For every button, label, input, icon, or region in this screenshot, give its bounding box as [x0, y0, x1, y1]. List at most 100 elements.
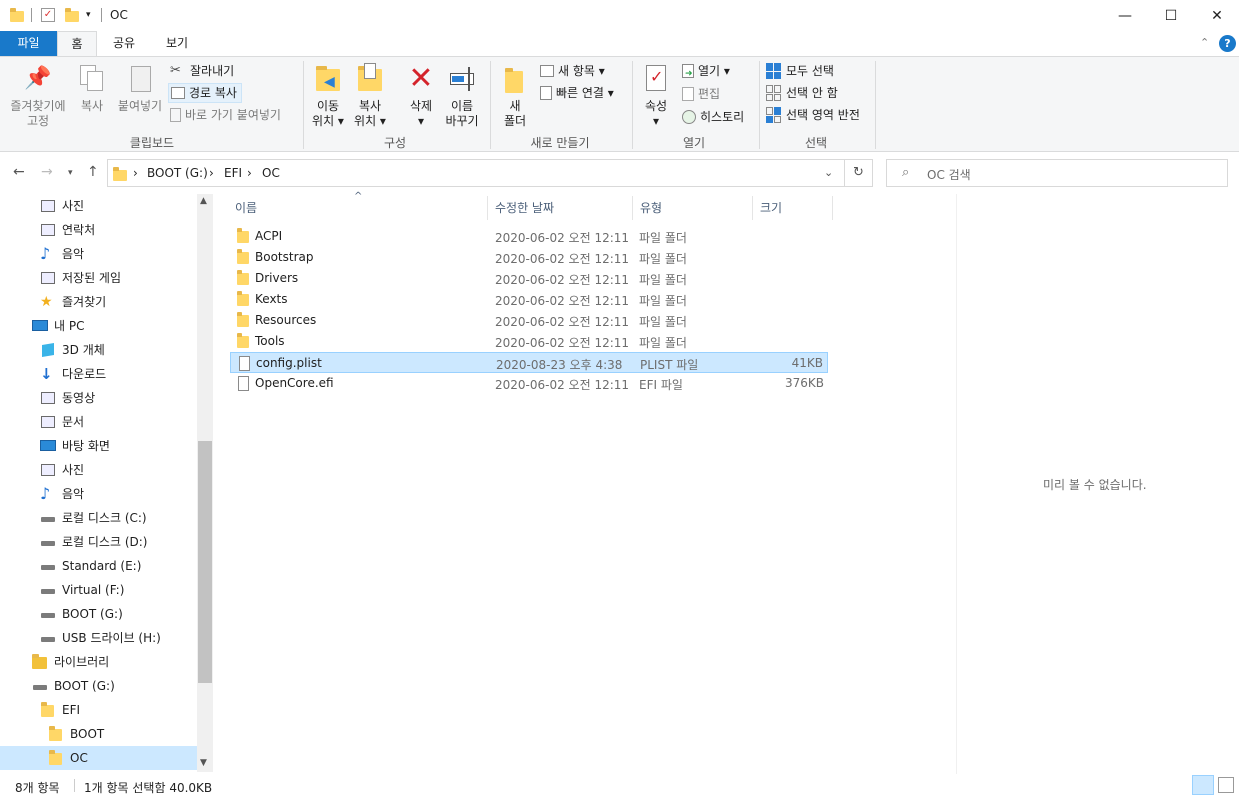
close-button[interactable]: ✕: [1194, 0, 1239, 31]
copy-to-button[interactable]: 복사 위치 ▾: [350, 63, 390, 129]
nav-item[interactable]: 문서: [0, 410, 197, 434]
column-divider[interactable]: [832, 196, 833, 220]
cut-button[interactable]: ✂ 잘라내기: [170, 63, 234, 79]
search-box[interactable]: ⌕ OC 검색: [886, 159, 1228, 187]
nav-item[interactable]: OC: [0, 746, 197, 770]
nav-item[interactable]: 로컬 디스크 (C:): [0, 506, 197, 530]
file-row[interactable]: config.plist 2020-08-23 오후 4:38 PLIST 파일 41…: [230, 352, 828, 373]
nav-item[interactable]: 로컬 디스크 (D:): [0, 530, 197, 554]
nav-item[interactable]: ↓ 다운로드: [0, 362, 197, 386]
column-divider[interactable]: [487, 196, 488, 220]
column-header-date[interactable]: 수정한 날짜: [495, 199, 554, 216]
nav-item[interactable]: 3D 개체: [0, 338, 197, 362]
file-row[interactable]: Resources 2020-06-02 오전 12:11 파일 폴더: [230, 310, 828, 331]
group-separator: [490, 61, 491, 149]
separator: [31, 8, 32, 22]
breadcrumb-efi[interactable]: EFI: [224, 166, 242, 180]
back-arrow-icon[interactable]: ←: [13, 164, 25, 180]
properties-button[interactable]: ✓ 속성 ▾: [638, 63, 674, 129]
breadcrumb-oc[interactable]: OC: [262, 166, 280, 180]
invert-selection-button[interactable]: 선택 영역 반전: [766, 107, 860, 123]
nav-item[interactable]: Standard (E:): [0, 554, 197, 578]
paste-button[interactable]: 붙여넣기: [113, 63, 167, 114]
scroll-down-icon[interactable]: ▼: [200, 758, 207, 768]
move-to-button[interactable]: ◀ 이동 위치 ▾: [308, 63, 348, 129]
scroll-thumb[interactable]: [198, 441, 212, 683]
nav-item[interactable]: ★ 즐겨찾기: [0, 290, 197, 314]
easy-access-button[interactable]: 빠른 연결 ▾: [540, 85, 614, 101]
up-arrow-icon[interactable]: ↑: [87, 164, 99, 180]
rename-button[interactable]: 이름 바꾸기: [442, 63, 482, 129]
forward-arrow-icon[interactable]: →: [41, 164, 53, 180]
nav-item[interactable]: ♪ 음악: [0, 482, 197, 506]
address-bar[interactable]: › BOOT (G:) › EFI › OC ⌄: [107, 159, 845, 187]
nav-item[interactable]: 바탕 화면: [0, 434, 197, 458]
nav-item[interactable]: 저장된 게임: [0, 266, 197, 290]
file-row[interactable]: OpenCore.efi 2020-06-02 오전 12:11 EFI 파일 376…: [230, 373, 828, 394]
ribbon-tabs: 파일 홈 공유 보기 ⌃ ?: [0, 31, 1239, 56]
tab-share[interactable]: 공유: [104, 31, 144, 56]
scroll-up-icon[interactable]: ▲: [200, 196, 207, 206]
customize-toolbar-icon[interactable]: ▾: [86, 10, 91, 20]
column-header-size[interactable]: 크기: [760, 199, 782, 216]
nav-scrollbar[interactable]: ▲ ▼: [197, 194, 213, 772]
select-none-label: 선택 안 함: [786, 86, 838, 100]
properties-icon[interactable]: ✓: [41, 8, 55, 22]
file-row[interactable]: Kexts 2020-06-02 오전 12:11 파일 폴더: [230, 289, 828, 310]
nav-item[interactable]: 라이브러리: [0, 650, 197, 674]
large-icons-view-icon[interactable]: [1218, 777, 1234, 793]
nav-item-label: 로컬 디스크 (C:): [62, 511, 147, 525]
file-date: 2020-06-02 오전 12:11: [495, 252, 630, 266]
folder-icon: [10, 8, 24, 22]
nav-item[interactable]: EFI: [0, 698, 197, 722]
new-folder-button[interactable]: 새 폴더: [497, 63, 533, 129]
nav-item-label: BOOT (G:): [62, 607, 123, 621]
nav-item[interactable]: Virtual (F:): [0, 578, 197, 602]
nav-item[interactable]: USB 드라이브 (H:): [0, 626, 197, 650]
tab-view[interactable]: 보기: [155, 31, 199, 56]
collapse-ribbon-icon[interactable]: ⌃: [1200, 36, 1209, 49]
edit-button[interactable]: 편집: [682, 86, 720, 102]
new-folder-icon[interactable]: [65, 8, 79, 22]
delete-button[interactable]: ✕ 삭제 ▾: [401, 63, 441, 129]
help-icon[interactable]: ?: [1219, 35, 1236, 52]
open-button[interactable]: ➜ 열기 ▾: [682, 63, 730, 79]
copy-button[interactable]: 복사: [76, 63, 108, 114]
nav-item[interactable]: 연락처: [0, 218, 197, 242]
copy-path-button[interactable]: 경로 복사: [168, 83, 242, 103]
nav-item[interactable]: BOOT (G:): [0, 674, 197, 698]
file-row[interactable]: Tools 2020-06-02 오전 12:11 파일 폴더: [230, 331, 828, 352]
history-button[interactable]: 히스토리: [682, 109, 744, 125]
nav-item[interactable]: 사진: [0, 458, 197, 482]
minimize-button[interactable]: —: [1102, 0, 1148, 31]
nav-item[interactable]: BOOT: [0, 722, 197, 746]
preview-message: 미리 볼 수 없습니다.: [1043, 478, 1147, 492]
nav-item[interactable]: 동영상: [0, 386, 197, 410]
select-none-button[interactable]: 선택 안 함: [766, 85, 838, 101]
new-item-button[interactable]: 새 항목 ▾: [540, 63, 605, 79]
tab-file[interactable]: 파일: [0, 31, 57, 56]
column-header-name[interactable]: 이름: [235, 199, 257, 216]
file-row[interactable]: ACPI 2020-06-02 오전 12:11 파일 폴더: [230, 226, 828, 247]
column-divider[interactable]: [632, 196, 633, 220]
recent-locations-icon[interactable]: ▾: [68, 168, 73, 178]
breadcrumb-boot-g[interactable]: BOOT (G:): [147, 166, 208, 180]
column-divider[interactable]: [752, 196, 753, 220]
nav-item[interactable]: 내 PC: [0, 314, 197, 338]
details-view-icon[interactable]: [1192, 775, 1214, 795]
column-header-type[interactable]: 유형: [640, 199, 662, 216]
nav-item[interactable]: BOOT (G:): [0, 602, 197, 626]
chevron-down-icon[interactable]: ⌄: [824, 166, 833, 179]
pin-label-2: 고정: [26, 114, 50, 128]
nav-item[interactable]: ♪ 음악: [0, 242, 197, 266]
paste-shortcut-button[interactable]: 바로 가기 붙여넣기: [170, 107, 281, 123]
pin-to-quick-access-button[interactable]: 📌 즐겨찾기에 고정: [4, 63, 72, 129]
maximize-button[interactable]: ☐: [1148, 0, 1194, 31]
select-all-button[interactable]: 모두 선택: [766, 63, 834, 79]
refresh-button[interactable]: ↻: [845, 159, 873, 187]
file-row[interactable]: Drivers 2020-06-02 오전 12:11 파일 폴더: [230, 268, 828, 289]
tab-home[interactable]: 홈: [57, 31, 97, 56]
nav-item[interactable]: 사진: [0, 194, 197, 218]
search-input[interactable]: OC 검색: [927, 166, 971, 183]
file-row[interactable]: Bootstrap 2020-06-02 오전 12:11 파일 폴더: [230, 247, 828, 268]
